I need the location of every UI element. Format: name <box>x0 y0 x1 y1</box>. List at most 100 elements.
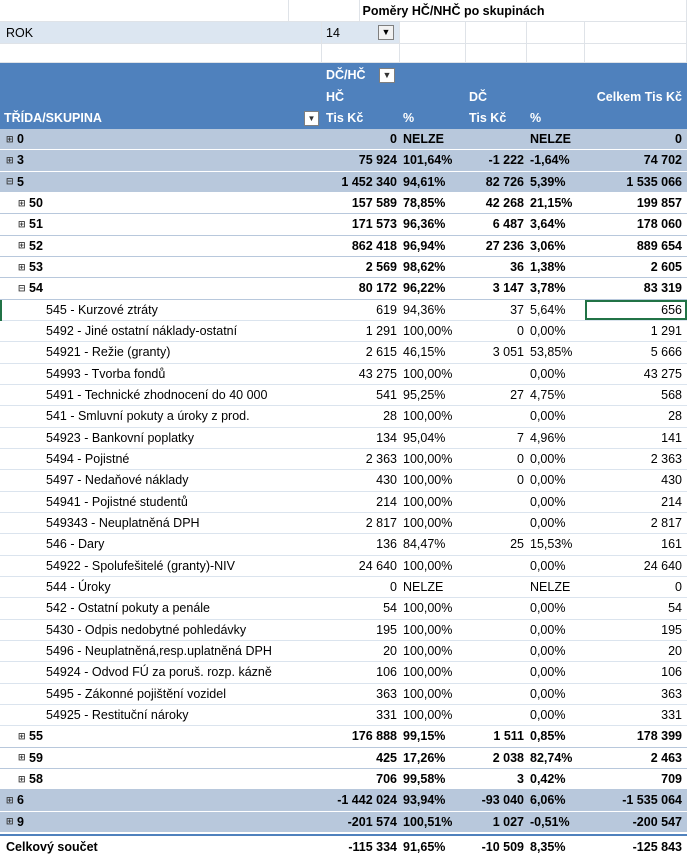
row-label-cell[interactable]: 5496 - Neuplatněná,resp.uplatněná DPH <box>0 641 322 661</box>
hc-amount-cell[interactable]: 75 924 <box>322 150 400 170</box>
row-label-cell[interactable]: ⊞ 59 <box>0 748 322 768</box>
hc-amount-cell[interactable]: 0 <box>322 129 400 149</box>
dc-amount-cell[interactable]: 3 051 <box>466 342 527 362</box>
row-label-cell[interactable]: 5497 - Nedaňové náklady <box>0 470 322 490</box>
dc-amount-cell[interactable]: 0 <box>466 321 527 341</box>
total-amount-cell[interactable]: 889 654 <box>585 236 687 256</box>
dc-percent-cell[interactable]: 0,85% <box>527 726 585 746</box>
pivot-title[interactable]: Poměry HČ/NHČ po skupinách <box>360 0 687 21</box>
dc-percent-cell[interactable]: 3,78% <box>527 278 585 298</box>
table-row[interactable]: ⊞ 51 171 573 96,36% 6 487 3,64% 178 060 <box>0 214 687 236</box>
total-amount-cell[interactable]: 2 605 <box>585 257 687 277</box>
table-row[interactable]: ⊞ 3 75 924 101,64% -1 222 -1,64% 74 702 <box>0 150 687 172</box>
total-amount-cell[interactable]: 195 <box>585 620 687 640</box>
total-amount-cell[interactable]: 331 <box>585 705 687 725</box>
total-amount-cell[interactable]: 43 275 <box>585 364 687 384</box>
row-label-cell[interactable]: ⊞ 51 <box>0 214 322 234</box>
dc-percent-cell[interactable]: 5,39% <box>527 172 585 192</box>
total-amount-cell[interactable]: 141 <box>585 428 687 448</box>
total-amount-cell[interactable]: 363 <box>585 684 687 704</box>
expand-icon[interactable]: ⊞ <box>18 219 27 230</box>
dc-amount-cell[interactable]: -1 222 <box>466 150 527 170</box>
hc-percent-cell[interactable]: 94,61% <box>400 172 466 192</box>
hc-amount-cell[interactable]: 541 <box>322 385 400 405</box>
blank-cell[interactable] <box>585 22 687 43</box>
row-label-cell[interactable]: 54925 - Restituční nároky <box>0 705 322 725</box>
hc-percent-cell[interactable]: 100,00% <box>400 406 466 426</box>
hc-percent-cell[interactable]: 99,58% <box>400 769 466 789</box>
blank-cell[interactable] <box>400 22 466 43</box>
total-header[interactable]: Celkem Tis Kč <box>585 86 687 107</box>
table-row[interactable]: 5492 - Jiné ostatní náklady-ostatní 1 291… <box>0 320 687 343</box>
total-amount-cell[interactable]: 430 <box>585 470 687 490</box>
dc-percent-cell[interactable]: 0,00% <box>527 406 585 426</box>
table-row[interactable]: 5496 - Neuplatněná,resp.uplatněná DPH 20 1… <box>0 640 687 663</box>
dc-amount-cell[interactable]: 0 <box>466 470 527 490</box>
row-label-cell[interactable]: 5430 - Odpis nedobytné pohledávky <box>0 620 322 640</box>
table-row[interactable]: 5497 - Nedaňové náklady 430 100,00% 0 0,00% 4… <box>0 470 687 492</box>
total-amount-cell[interactable]: -1 535 064 <box>585 790 687 810</box>
hc-percent-cell[interactable]: 100,00% <box>400 449 466 469</box>
hc-percent-cell[interactable]: 94,36% <box>400 300 466 320</box>
row-label-cell[interactable]: ⊞ 52 <box>0 236 322 256</box>
total-amount-cell[interactable]: 2 463 <box>585 748 687 768</box>
hc-percent-cell[interactable]: 100,00% <box>400 641 466 661</box>
row-label-cell[interactable]: ⊞ 0 <box>0 129 322 149</box>
collapse-icon[interactable]: ⊟ <box>6 176 15 187</box>
dc-amount-cell[interactable]: 0 <box>466 449 527 469</box>
hc-percent-cell[interactable]: 100,00% <box>400 321 466 341</box>
row-label-cell[interactable]: ⊞ 50 <box>0 193 322 213</box>
table-row[interactable]: ⊟ 5 1 452 340 94,61% 82 726 5,39% 1 535 066 <box>0 171 687 193</box>
hc-amount-cell[interactable]: 2 569 <box>322 257 400 277</box>
dc-amount-cell[interactable] <box>466 513 527 533</box>
row-label-cell[interactable]: 545 - Kurzové ztráty <box>0 300 322 320</box>
collapse-icon[interactable]: ⊟ <box>18 283 27 294</box>
table-row[interactable]: ⊞ 6 -1 442 024 93,94% -93 040 6,06% -1 535 064 <box>0 790 687 812</box>
blank-cell[interactable] <box>466 22 527 43</box>
dc-amount-cell[interactable] <box>466 364 527 384</box>
row-label-cell[interactable]: ⊞ 9 <box>0 812 322 832</box>
hc-percent-cell[interactable]: 100,00% <box>400 556 466 576</box>
hc-amount-header[interactable]: Tis Kč <box>322 107 400 129</box>
hc-amount-cell[interactable]: 157 589 <box>322 193 400 213</box>
row-label-cell[interactable]: 54941 - Pojistné studentů <box>0 492 322 512</box>
expand-icon[interactable]: ⊞ <box>6 816 15 827</box>
total-amount-cell[interactable]: 2 817 <box>585 513 687 533</box>
hc-amount-cell[interactable]: 0 <box>322 577 400 597</box>
table-row[interactable]: 541 - Smluvní pokuty a úroky z prod. 28 10… <box>0 406 687 428</box>
total-amount-cell[interactable]: 709 <box>585 769 687 789</box>
dc-percent-cell[interactable]: 3,06% <box>527 236 585 256</box>
hc-amount-cell[interactable]: 2 363 <box>322 449 400 469</box>
expand-icon[interactable]: ⊞ <box>18 731 27 742</box>
dc-percent-cell[interactable]: 0,00% <box>527 513 585 533</box>
dc-amount-cell[interactable]: 27 <box>466 385 527 405</box>
dc-percent-cell[interactable]: 0,00% <box>527 620 585 640</box>
dc-percent-cell[interactable]: 6,06% <box>527 790 585 810</box>
dc-percent-cell[interactable]: -1,64% <box>527 150 585 170</box>
table-row[interactable]: 54993 - Tvorba fondů 43 275 100,00% 0,00% 43… <box>0 363 687 385</box>
dc-amount-cell[interactable] <box>466 598 527 618</box>
row-label-cell[interactable]: 549343 - Neuplatněná DPH <box>0 513 322 533</box>
table-row[interactable]: ⊞ 50 157 589 78,85% 42 268 21,15% 199 857 <box>0 192 687 215</box>
hc-percent-cell[interactable]: 96,36% <box>400 214 466 234</box>
table-row[interactable]: 5494 - Pojistné 2 363 100,00% 0 0,00% 2 363 <box>0 448 687 471</box>
table-row[interactable]: ⊞ 55 176 888 99,15% 1 511 0,85% 178 399 <box>0 726 687 748</box>
hc-amount-cell[interactable]: 171 573 <box>322 214 400 234</box>
dc-amount-cell[interactable]: 27 236 <box>466 236 527 256</box>
hc-amount-cell[interactable]: 20 <box>322 641 400 661</box>
dc-pct-header[interactable]: % <box>527 107 585 129</box>
hc-percent-cell[interactable]: 100,51% <box>400 812 466 832</box>
table-row[interactable]: 54925 - Restituční nároky 331 100,00% 0,00%… <box>0 704 687 727</box>
dc-amount-cell[interactable]: 2 038 <box>466 748 527 768</box>
expand-icon[interactable]: ⊞ <box>18 262 27 273</box>
hc-percent-cell[interactable]: 100,00% <box>400 662 466 682</box>
dc-amount-cell[interactable]: 6 487 <box>466 214 527 234</box>
table-row[interactable]: ⊞ 58 706 99,58% 3 0,42% 709 <box>0 768 687 791</box>
grand-total-row[interactable]: Celkový součet -115 334 91,65% -10 509 8… <box>0 833 687 858</box>
table-row[interactable]: ⊞ 0 0 NELZE NELZE 0 <box>0 129 687 151</box>
total-amount-cell[interactable]: 178 060 <box>585 214 687 234</box>
dc-percent-cell[interactable]: 0,00% <box>527 364 585 384</box>
total-amount-cell[interactable]: 161 <box>585 534 687 554</box>
dc-amount-cell[interactable] <box>466 129 527 149</box>
dc-amount-cell[interactable]: 1 027 <box>466 812 527 832</box>
